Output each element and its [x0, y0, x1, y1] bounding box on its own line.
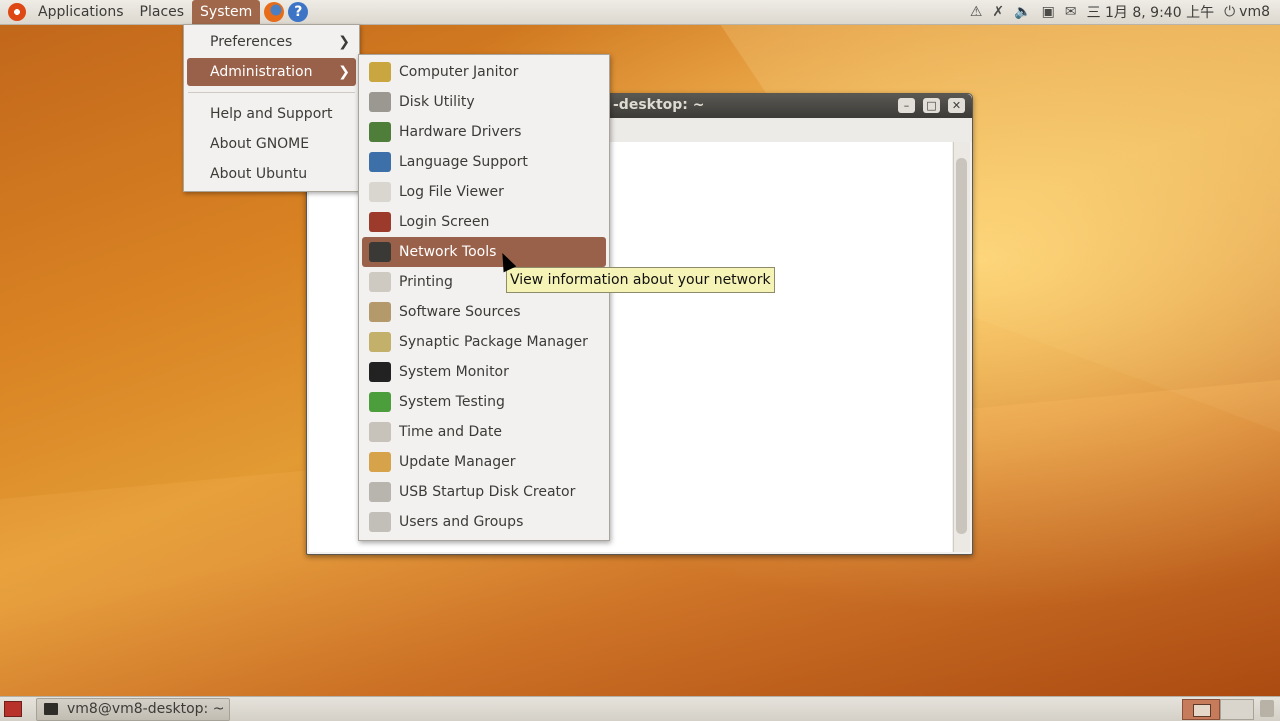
menu-item-language-support[interactable]: Language Support — [362, 147, 606, 177]
chevron-right-icon: ❯ — [338, 34, 350, 50]
clock-calendar-icon — [369, 422, 391, 442]
user-name[interactable]: vm8 — [1239, 4, 1270, 20]
software-sources-icon — [369, 302, 391, 322]
workspace-2[interactable] — [1220, 699, 1254, 720]
scrollbar-thumb[interactable] — [956, 158, 967, 534]
terminal-scrollbar[interactable] — [953, 142, 970, 552]
login-screen-icon — [369, 212, 391, 232]
clock[interactable]: 三 1月 8, 9:40 上午 — [1087, 2, 1215, 22]
menu-item-label: Update Manager — [399, 454, 516, 470]
volume-icon[interactable]: 🔈 — [1014, 4, 1031, 20]
menu-item-label: Disk Utility — [399, 94, 475, 110]
menu-system[interactable]: System — [192, 0, 261, 24]
menu-item-log-file-viewer[interactable]: Log File Viewer — [362, 177, 606, 207]
menu-item-about-ubuntu[interactable]: About Ubuntu — [187, 160, 356, 188]
bottom-panel: vm8@vm8-desktop: ~ — [0, 696, 1280, 721]
im-status-icon[interactable]: ▣ — [1042, 4, 1055, 20]
chevron-right-icon: ❯ — [338, 64, 350, 80]
broom-icon — [369, 62, 391, 82]
users-icon — [369, 512, 391, 532]
disk-icon — [369, 92, 391, 112]
menu-item-software-sources[interactable]: Software Sources — [362, 297, 606, 327]
menu-item-network-tools[interactable]: Network Tools — [362, 237, 606, 267]
network-icon[interactable]: ✗ — [992, 4, 1004, 20]
menu-item-label: Login Screen — [399, 214, 490, 230]
menu-item-disk-utility[interactable]: Disk Utility — [362, 87, 606, 117]
ubuntu-logo-icon[interactable] — [8, 3, 26, 21]
chip-icon — [369, 122, 391, 142]
globe-flag-icon — [369, 152, 391, 172]
menu-item-label: Hardware Drivers — [399, 124, 522, 140]
menu-item-label: Language Support — [399, 154, 528, 170]
menu-item-label: Preferences — [210, 34, 293, 50]
top-panel: Applications Places System ? ⚠ ✗ 🔈 ▣ ✉ 三… — [0, 0, 1280, 25]
show-desktop-icon[interactable] — [4, 701, 22, 717]
maximize-button[interactable]: □ — [923, 98, 940, 113]
menu-item-label: USB Startup Disk Creator — [399, 484, 576, 500]
menu-item-system-testing[interactable]: System Testing — [362, 387, 606, 417]
menu-item-usb-startup-disk-creator[interactable]: USB Startup Disk Creator — [362, 477, 606, 507]
menu-item-label: Synaptic Package Manager — [399, 334, 588, 350]
menu-item-preferences[interactable]: Preferences ❯ — [187, 28, 356, 56]
menu-item-label: System Testing — [399, 394, 505, 410]
magnifier-log-icon — [369, 182, 391, 202]
menu-item-label: Users and Groups — [399, 514, 524, 530]
printer-icon — [369, 272, 391, 292]
menu-item-label: Network Tools — [399, 244, 497, 260]
menu-separator — [188, 92, 355, 93]
taskbar-button-terminal[interactable]: vm8@vm8-desktop: ~ — [36, 698, 230, 721]
menu-item-help[interactable]: Help and Support — [187, 100, 356, 128]
menu-item-label: Printing — [399, 274, 453, 290]
menu-item-about-gnome[interactable]: About GNOME — [187, 130, 356, 158]
usb-icon — [369, 482, 391, 502]
menu-item-time-and-date[interactable]: Time and Date — [362, 417, 606, 447]
menu-item-system-monitor[interactable]: System Monitor — [362, 357, 606, 387]
terminal-title: -desktop: ~ — [613, 97, 705, 113]
minimize-button[interactable]: – — [898, 98, 915, 113]
administration-submenu: Computer Janitor Disk Utility Hardware Dri… — [358, 54, 610, 541]
update-notifier-icon[interactable]: ⚠ — [970, 4, 983, 20]
close-button[interactable]: ✕ — [948, 98, 965, 113]
trash-icon[interactable] — [1260, 700, 1274, 717]
menu-item-label: Time and Date — [399, 424, 502, 440]
checkmark-icon — [369, 392, 391, 412]
workspace-1[interactable] — [1182, 699, 1220, 720]
system-monitor-icon — [369, 362, 391, 382]
menu-item-label: System Monitor — [399, 364, 509, 380]
menu-item-label: Software Sources — [399, 304, 521, 320]
mail-icon[interactable]: ✉ — [1065, 4, 1077, 20]
terminal-icon — [44, 703, 58, 715]
menu-places[interactable]: Places — [132, 0, 193, 24]
menu-item-users-and-groups[interactable]: Users and Groups — [362, 507, 606, 537]
menu-item-administration[interactable]: Administration ❯ — [187, 58, 356, 86]
menu-item-label: Administration — [210, 64, 313, 80]
help-icon[interactable]: ? — [288, 2, 309, 22]
taskbar-label: vm8@vm8-desktop: ~ — [67, 701, 225, 717]
menu-applications[interactable]: Applications — [30, 0, 132, 24]
menu-item-computer-janitor[interactable]: Computer Janitor — [362, 57, 606, 87]
package-icon — [369, 332, 391, 352]
menu-item-label: Log File Viewer — [399, 184, 504, 200]
menu-item-synaptic-package-manager[interactable]: Synaptic Package Manager — [362, 327, 606, 357]
menu-item-hardware-drivers[interactable]: Hardware Drivers — [362, 117, 606, 147]
network-tools-icon — [369, 242, 391, 262]
update-icon — [369, 452, 391, 472]
tooltip: View information about your network — [506, 267, 775, 293]
power-icon[interactable]: ⏻ — [1224, 4, 1235, 20]
firefox-icon[interactable] — [264, 2, 285, 22]
system-tray: ⚠ ✗ 🔈 ▣ ✉ 三 1月 8, 9:40 上午 ⏻ vm8 — [970, 0, 1280, 24]
menu-item-update-manager[interactable]: Update Manager — [362, 447, 606, 477]
system-menu: Preferences ❯ Administration ❯ Help and … — [183, 24, 360, 192]
menu-item-label: Computer Janitor — [399, 64, 519, 80]
menu-item-login-screen[interactable]: Login Screen — [362, 207, 606, 237]
